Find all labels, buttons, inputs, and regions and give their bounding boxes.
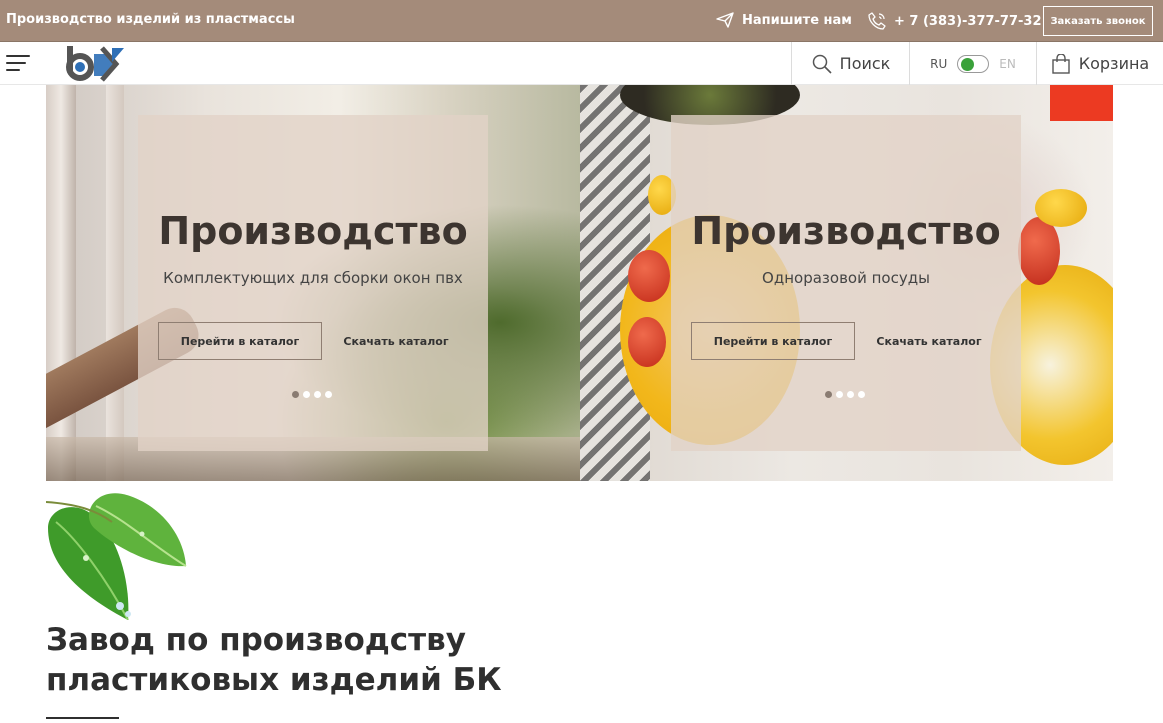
- banner-title: Производство: [691, 209, 1001, 253]
- phone-link[interactable]: + 7 (383)-377-77-32: [868, 12, 1042, 30]
- catalog-button[interactable]: Перейти в каталог: [158, 322, 322, 360]
- phone-number: + 7 (383)-377-77-32: [894, 13, 1042, 29]
- banner-tableware[interactable]: Производство Одноразовой посуды Перейти …: [580, 85, 1113, 481]
- company-tagline: Производство изделий из пластмассы: [6, 12, 295, 27]
- shopping-bag-icon: [1052, 53, 1070, 74]
- slider-dots: [292, 391, 332, 398]
- banner-overlay: Производство Комплектующих для сборки ок…: [138, 115, 488, 451]
- heading-underline: [46, 717, 119, 719]
- paper-plane-icon: [716, 12, 734, 28]
- search-icon: [812, 54, 832, 74]
- banner-windows[interactable]: Производство Комплектующих для сборки ок…: [46, 85, 580, 481]
- write-us-label: Напишите нам: [742, 12, 852, 28]
- search-label: Поиск: [839, 54, 891, 73]
- hamburger-menu-icon[interactable]: [6, 54, 30, 72]
- banner-subtitle: Комплектующих для сборки окон пвх: [163, 269, 463, 287]
- download-catalog-button[interactable]: Скачать каталог: [334, 322, 458, 360]
- catalog-button[interactable]: Перейти в каталог: [691, 322, 855, 360]
- slider-dot[interactable]: [825, 391, 832, 398]
- search-button[interactable]: Поиск: [791, 42, 910, 85]
- about-heading-line1: Завод по производству: [46, 622, 466, 658]
- main-header: Поиск RU EN Корзина: [0, 42, 1163, 85]
- language-switcher[interactable]: RU EN: [909, 42, 1036, 85]
- cart-button[interactable]: Корзина: [1036, 42, 1163, 85]
- company-logo[interactable]: [62, 42, 126, 82]
- slider-dot[interactable]: [858, 391, 865, 398]
- write-us-link[interactable]: Напишите нам: [716, 12, 852, 28]
- language-toggle[interactable]: [957, 54, 990, 73]
- slider-dots: [825, 391, 865, 398]
- banner-subtitle: Одноразовой посуды: [762, 269, 930, 287]
- phone-icon: [868, 12, 886, 30]
- banner-title: Производство: [158, 209, 468, 253]
- slider-dot[interactable]: [303, 391, 310, 398]
- lang-ru-label[interactable]: RU: [930, 57, 947, 71]
- about-heading: Завод по производству пластиковых издели…: [46, 620, 646, 700]
- lang-en-label[interactable]: EN: [999, 57, 1016, 71]
- slider-dot[interactable]: [314, 391, 321, 398]
- green-leaf-image: [46, 493, 187, 620]
- slider-dot[interactable]: [847, 391, 854, 398]
- cart-label: Корзина: [1078, 54, 1150, 73]
- slider-dot[interactable]: [836, 391, 843, 398]
- slider-dot[interactable]: [292, 391, 299, 398]
- top-bar: Производство изделий из пластмассы Напиш…: [0, 0, 1163, 42]
- callback-button[interactable]: Заказать звонок: [1043, 6, 1153, 36]
- slider-dot[interactable]: [325, 391, 332, 398]
- about-heading-line2: пластиковых изделий БК: [46, 662, 502, 698]
- banner-overlay: Производство Одноразовой посуды Перейти …: [671, 115, 1021, 451]
- download-catalog-button[interactable]: Скачать каталог: [867, 322, 991, 360]
